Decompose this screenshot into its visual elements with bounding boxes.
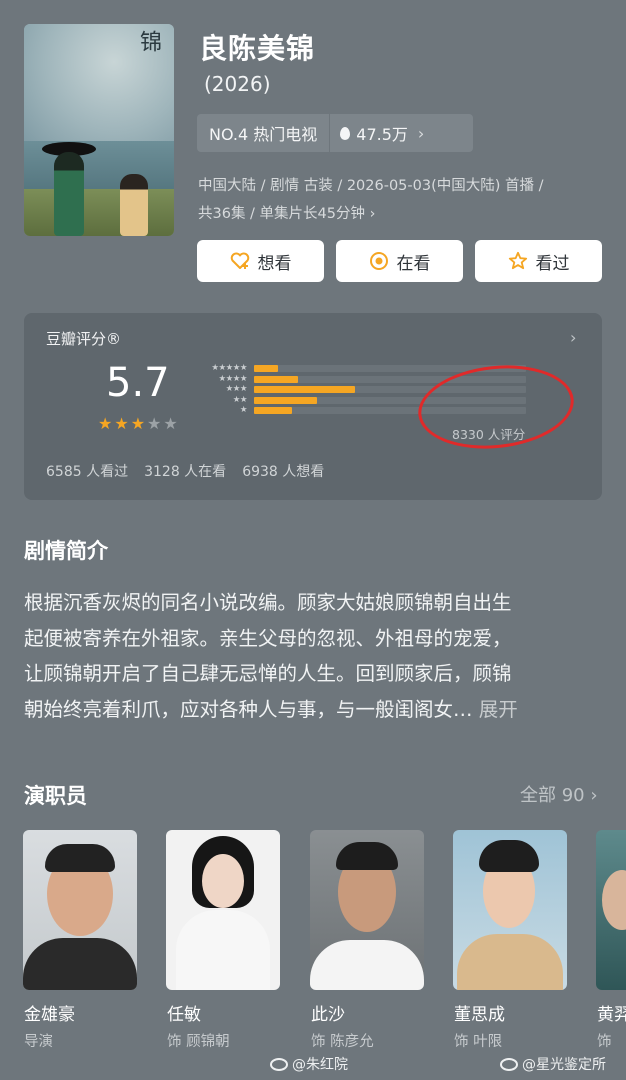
heart-plus-icon xyxy=(230,252,249,269)
cast-name[interactable]: 董思成 xyxy=(454,1000,505,1025)
cast-role: 导演 xyxy=(24,1034,53,1050)
distribution-star-label: ★★★★ xyxy=(218,373,248,384)
show-meta[interactable]: 中国大陆 / 剧情 古装 / 2026-05-03(中国大陆) 首播 / 共36… xyxy=(198,172,608,228)
star-filled-icon: ★ xyxy=(114,414,129,433)
hair xyxy=(336,842,398,870)
cast-name[interactable]: 任敏 xyxy=(167,1000,201,1025)
poster-ground xyxy=(24,189,174,236)
watching-label: 在看 xyxy=(396,253,431,274)
cast-role: 饰 xyxy=(597,1034,612,1050)
rating-score: 5.7 xyxy=(106,360,170,406)
want-label: 想看 xyxy=(257,253,292,274)
distribution-star-label: ★ xyxy=(239,405,248,415)
show-title: 良陈美锦 xyxy=(199,32,316,65)
watched-count: 6585 人看过 xyxy=(46,464,129,480)
shirt xyxy=(176,910,270,990)
shirt xyxy=(310,940,424,990)
cast-role: 饰 叶限 xyxy=(454,1034,503,1050)
cast-name[interactable]: 黄羿 xyxy=(597,1000,626,1025)
poster-image[interactable]: 锦 xyxy=(24,24,174,236)
audience-counts: 6585 人看过 3128 人在看 6938 人想看 xyxy=(46,461,324,481)
star-filled-icon: ★ xyxy=(130,414,146,433)
want-count: 6938 人想看 xyxy=(242,464,325,480)
cast-photo-supporting-actor[interactable] xyxy=(453,830,567,990)
cast-photo-lead-actor[interactable] xyxy=(310,830,424,990)
target-icon xyxy=(369,252,388,270)
distribution-star-label: ★★★★★ xyxy=(211,363,247,373)
weibo-icon xyxy=(500,1057,518,1071)
watermark-right: @星光鉴定所 xyxy=(500,1054,606,1074)
weibo-icon xyxy=(270,1057,288,1071)
want-button[interactable]: 想看 xyxy=(197,240,324,282)
cast-photo-partial[interactable] xyxy=(596,830,626,990)
watermark-left: @朱红院 xyxy=(270,1054,348,1074)
distribution-bar xyxy=(254,386,355,393)
meta-line-1: 中国大陆 / 剧情 古装 / 2026-05-03(中国大陆) 首播 / xyxy=(198,178,544,194)
flame-icon xyxy=(340,126,351,140)
chevron-right-icon: › xyxy=(369,206,376,222)
watching-button[interactable]: 在看 xyxy=(336,240,463,282)
cast-role: 饰 陈彦允 xyxy=(311,1034,374,1050)
distribution-bar xyxy=(254,375,298,383)
cast-title: 演职员 xyxy=(24,784,87,808)
cast-photo-lead-actress[interactable] xyxy=(166,830,280,990)
face xyxy=(202,854,244,908)
synopsis-text[interactable]: 根据沉香灰烬的同名小说改编。顾家大姑娘顾锦朝自出生 起便被寄养在外祖家。亲生父母… xyxy=(24,585,604,727)
watching-count: 3128 人在看 xyxy=(144,464,227,480)
star-outline-icon xyxy=(508,251,527,270)
hair xyxy=(45,844,115,872)
distribution-star-labels: ★★★★★ ★★★★ ★★★ ★★ ★ xyxy=(195,363,247,416)
watched-label: 看过 xyxy=(535,253,570,274)
star-empty-icon: ★ xyxy=(147,414,162,433)
cast-all-link[interactable]: 全部 90 › xyxy=(520,781,598,807)
synopsis-line: 朝始终亮着利爪，应对各种人与事，与一般闺阁女… 展开 xyxy=(24,697,518,721)
distribution-star-label: ★★ xyxy=(232,394,248,405)
watched-button[interactable]: 看过 xyxy=(475,240,602,282)
meta-line-2: 共36集 / 单集片长45分钟 › xyxy=(198,206,376,222)
synopsis-title: 剧情简介 xyxy=(24,539,108,563)
poster-figure-female xyxy=(120,174,148,236)
shirt xyxy=(23,938,137,990)
expand-link[interactable]: 展开 xyxy=(479,698,518,721)
show-year: (2026) xyxy=(204,72,271,96)
chevron-right-icon: › xyxy=(590,785,598,806)
chevron-right-icon: › xyxy=(417,123,425,143)
synopsis-line: 起便被寄养在外祖家。亲生父母的忽视、外祖母的宠爱， xyxy=(24,626,512,650)
hot-index[interactable]: 47.5万 › xyxy=(330,121,424,145)
cast-photo-director[interactable] xyxy=(23,830,137,990)
distribution-star-label: ★★★ xyxy=(225,384,248,394)
distribution-bar xyxy=(254,407,292,414)
poster-calligraphy: 锦 xyxy=(136,30,161,52)
cast-name[interactable]: 金雄豪 xyxy=(24,1000,75,1025)
rank-badge[interactable]: NO.4 热门电视 47.5万 › xyxy=(197,114,473,152)
rating-source-label: 豆瓣评分® xyxy=(46,330,122,348)
distribution-bar xyxy=(254,396,317,404)
hair xyxy=(479,840,539,872)
cast-name[interactable]: 此沙 xyxy=(311,1000,345,1025)
cast-role: 饰 顾锦朝 xyxy=(167,1034,230,1050)
shirt xyxy=(457,934,563,990)
star-filled-icon: ★ xyxy=(98,414,113,433)
rank-label: NO.4 热门电视 xyxy=(209,125,318,144)
synopsis-line: 根据沉香灰烬的同名小说改编。顾家大姑娘顾锦朝自出生 xyxy=(24,591,512,614)
rating-stars: ★ ★ ★ ★ ★ xyxy=(98,414,178,433)
hot-value: 47.5万 xyxy=(356,125,408,144)
synopsis-line: 让顾锦朝开启了自己肆无忌惮的人生。回到顾家后，顾锦 xyxy=(24,662,512,685)
distribution-bar xyxy=(254,365,278,372)
star-empty-icon: ★ xyxy=(163,414,178,433)
poster-figure-male xyxy=(54,152,84,236)
face xyxy=(602,870,626,930)
chevron-right-icon[interactable]: › xyxy=(570,328,576,347)
